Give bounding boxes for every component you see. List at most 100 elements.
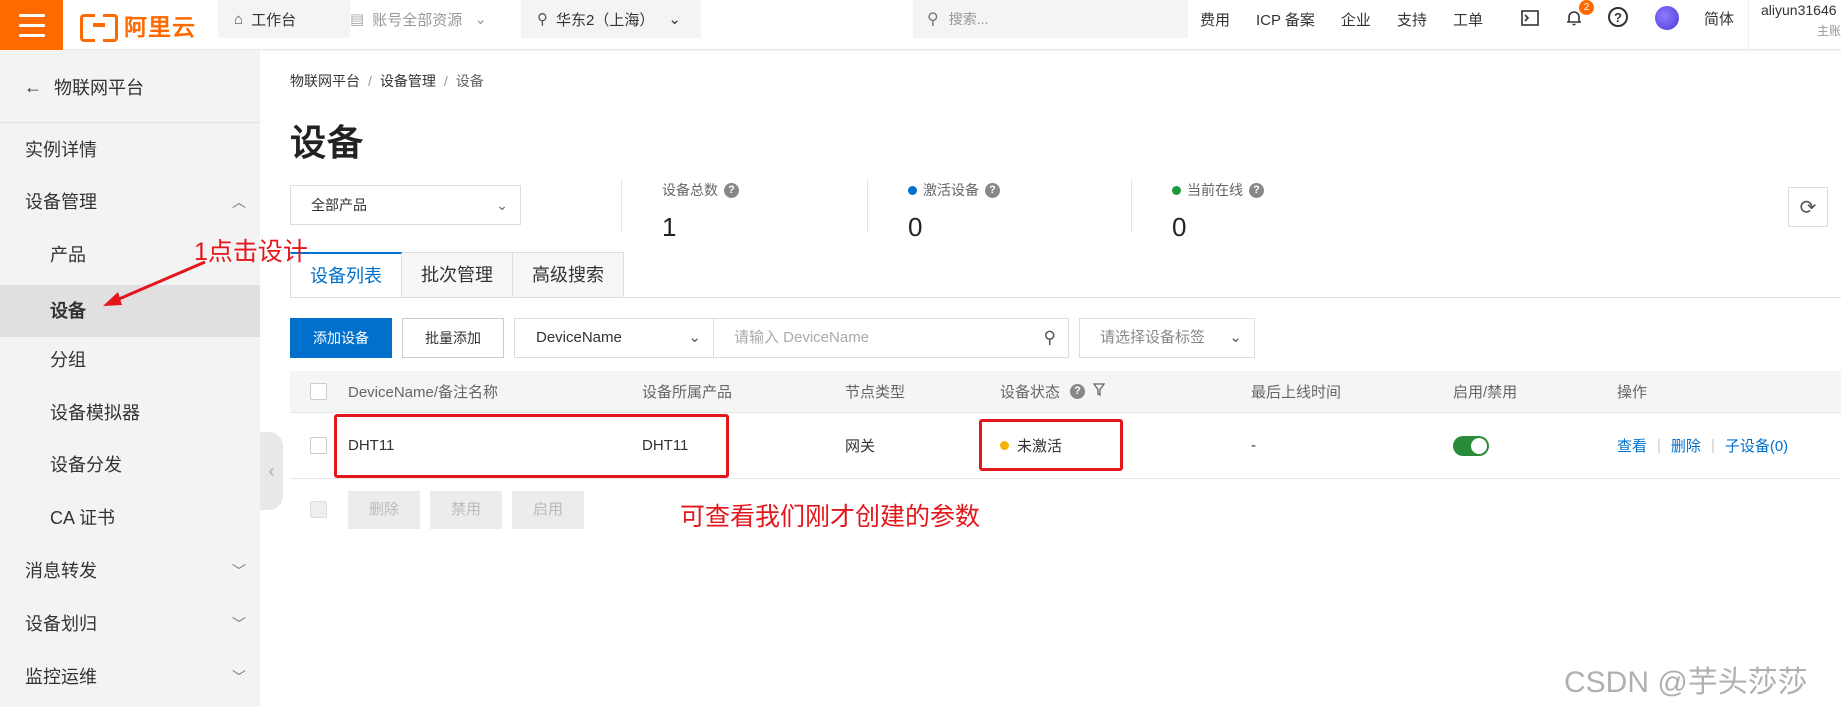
chevron-left-icon: ‹ <box>268 460 275 481</box>
link-enterprise[interactable]: 企业 <box>1341 9 1371 30</box>
search-icon: ⚲ <box>927 11 939 28</box>
sidebar-item-device-simulator[interactable]: 设备模拟器 <box>0 391 260 435</box>
table-header: DeviceName/备注名称 设备所属产品 节点类型 设备状态 ? 最后上线时… <box>290 371 1841 413</box>
bulk-enable-button[interactable]: 启用 <box>512 491 584 529</box>
tab-batch-management[interactable]: 批次管理 <box>402 252 513 298</box>
hamburger-menu-icon[interactable] <box>0 0 63 50</box>
search-field-select[interactable]: DeviceName ⌄ <box>514 318 714 358</box>
sidebar-collapse-handle[interactable]: ‹ <box>260 432 283 510</box>
chevron-down-icon: ⌄ <box>688 329 701 346</box>
refresh-button[interactable]: ⟳ <box>1788 187 1828 227</box>
sidebar-item-device-management[interactable]: 设备管理 ︿ <box>0 180 260 224</box>
terminal-icon[interactable] <box>1519 7 1541 29</box>
col-device-name: DeviceName/备注名称 <box>348 384 499 401</box>
device-tag-placeholder: 请选择设备标签 <box>1100 329 1206 346</box>
col-last-online: 最后上线时间 <box>1251 384 1342 401</box>
page-title: 设备 <box>290 122 365 163</box>
tab-bar: 设备列表 批次管理 高级搜索 <box>290 252 624 298</box>
help-icon[interactable]: ? <box>1249 182 1264 198</box>
link-support[interactable]: 支持 <box>1397 9 1427 30</box>
stat-online-label: 当前在线 <box>1187 182 1243 198</box>
breadcrumb: 物联网平台 / 设备管理 / 设备 <box>290 73 484 89</box>
arrow-left-icon: ← <box>24 76 42 97</box>
sidebar-item-label: 设备管理 <box>25 192 97 212</box>
stat-divider <box>621 180 622 232</box>
sub-devices-link[interactable]: 子设备(0) <box>1725 435 1788 456</box>
sidebar-item-message-forwarding[interactable]: 消息转发 ﹀ <box>0 549 260 593</box>
global-search-input[interactable]: ⚲ 搜索... <box>913 0 1188 38</box>
chevron-up-icon: ︿ <box>232 194 246 210</box>
aliyun-logo-mark <box>80 14 118 42</box>
highlight-device-product <box>334 414 729 478</box>
link-ticket[interactable]: 工单 <box>1453 9 1483 30</box>
col-actions: 操作 <box>1617 384 1648 401</box>
device-tag-select[interactable]: 请选择设备标签 ⌄ <box>1079 318 1255 358</box>
highlight-device-status <box>979 419 1123 471</box>
stat-activated-label: 激活设备 <box>923 182 979 198</box>
help-icon[interactable]: ? <box>724 182 739 198</box>
stat-total-devices: 设备总数? 1 <box>662 180 739 243</box>
sidebar-item-groups[interactable]: 分组 <box>0 338 260 382</box>
help-icon[interactable]: ? <box>1070 384 1086 399</box>
resource-scope-label: 账号全部资源 <box>372 11 463 29</box>
top-bar: 阿里云 ⌂ 工作台 ▤ 账号全部资源 ⌄ ⚲ 华东2（上海） ⌄ ⚲ 搜索...… <box>0 0 1841 50</box>
search-icon[interactable]: ⚲ <box>1044 319 1056 357</box>
user-account-type: 主账 <box>1816 24 1841 38</box>
breadcrumb-item[interactable]: 物联网平台 <box>290 73 360 89</box>
batch-add-button[interactable]: 批量添加 <box>402 318 504 358</box>
chevron-down-icon: ⌄ <box>496 197 508 213</box>
delete-link[interactable]: 删除 <box>1671 435 1701 456</box>
back-to-platform[interactable]: ← 物联网平台 <box>24 74 144 100</box>
sidebar-item-device-transfer[interactable]: 设备划归 ﹀ <box>0 602 260 646</box>
link-icp[interactable]: ICP 备案 <box>1256 9 1315 30</box>
row-checkbox[interactable] <box>310 413 327 478</box>
add-device-button[interactable]: 添加设备 <box>290 318 392 358</box>
product-filter-select[interactable]: 全部产品 ⌄ <box>290 185 521 225</box>
sidebar-item-ca-certificates[interactable]: CA 证书 <box>0 496 260 540</box>
user-menu[interactable]: aliyun31646 主账 <box>1748 0 1841 50</box>
chevron-down-icon: ﹀ <box>232 669 246 685</box>
tab-underline <box>290 297 1841 298</box>
search-field-value: DeviceName <box>536 329 622 346</box>
stat-online-devices: 当前在线? 0 <box>1172 180 1264 243</box>
chevron-down-icon: ﹀ <box>232 616 246 632</box>
aliyun-logo[interactable]: 阿里云 <box>80 6 196 44</box>
link-billing[interactable]: 费用 <box>1200 9 1230 30</box>
location-pin-icon: ⚲ <box>537 11 548 28</box>
resource-scope-dropdown[interactable]: ▤ 账号全部资源 ⌄ <box>334 0 512 38</box>
stat-activated-value: 0 <box>908 212 923 242</box>
refresh-icon: ⟳ <box>1799 196 1817 219</box>
username: aliyun31646 <box>1761 2 1837 18</box>
breadcrumb-item[interactable]: 设备管理 <box>380 73 436 89</box>
filter-icon[interactable] <box>1092 382 1106 401</box>
sidebar-item-label: 设备划归 <box>25 614 97 634</box>
sidebar-item-instance-details[interactable]: 实例详情 <box>0 128 260 172</box>
workbench-button[interactable]: ⌂ 工作台 <box>218 0 350 38</box>
select-all-checkbox[interactable] <box>310 371 327 412</box>
bulk-delete-button[interactable]: 删除 <box>348 491 420 529</box>
bulk-select-checkbox[interactable] <box>310 501 327 518</box>
stat-divider <box>867 180 868 232</box>
global-search-placeholder: 搜索... <box>948 11 989 27</box>
top-links: 费用 ICP 备案 企业 支持 工单 <box>1200 0 1509 38</box>
language-switch[interactable]: 简体 <box>1704 8 1734 29</box>
chevron-down-icon: ﹀ <box>232 563 246 579</box>
cell-node-type: 网关 <box>845 438 876 455</box>
notification-badge: 2 <box>1579 0 1594 15</box>
stat-total-value: 1 <box>662 212 677 242</box>
home-icon: ⌂ <box>234 10 244 28</box>
view-link[interactable]: 查看 <box>1617 435 1647 456</box>
help-icon[interactable]: ? <box>985 182 1000 198</box>
bulk-disable-button[interactable]: 禁用 <box>430 491 502 529</box>
resource-icon: ▤ <box>350 11 365 28</box>
enable-toggle[interactable] <box>1453 413 1489 478</box>
device-search-input[interactable]: 请输入 DeviceName ⚲ <box>713 318 1069 358</box>
chevron-down-icon: ⌄ <box>474 11 487 28</box>
sidebar-item-devices[interactable]: 设备 <box>0 285 260 337</box>
sidebar-item-device-distribution[interactable]: 设备分发 <box>0 443 260 487</box>
help-icon[interactable]: ? <box>1608 7 1628 27</box>
tab-advanced-search[interactable]: 高级搜索 <box>513 252 624 298</box>
sidebar-item-monitoring[interactable]: 监控运维 ﹀ <box>0 655 260 699</box>
region-dropdown[interactable]: ⚲ 华东2（上海） ⌄ <box>521 0 701 38</box>
avatar-icon[interactable] <box>1655 6 1679 30</box>
